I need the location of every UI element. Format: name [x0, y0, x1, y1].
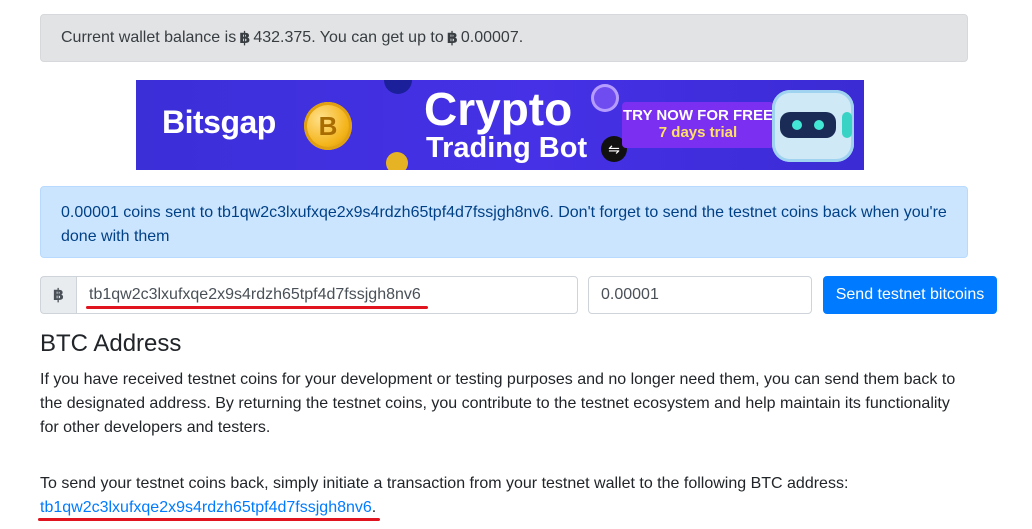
- bitsgap-ad-banner[interactable]: Bitsgap B ⇋ Crypto Trading Bot TRY NOW F…: [136, 80, 864, 170]
- robot-face: [780, 112, 836, 138]
- coins-sent-message: 0.00001 coins sent to tb1qw2c3lxufxqe2x9…: [61, 204, 947, 245]
- bitcoin-icon: ฿: [40, 276, 76, 314]
- banner-title-line1: Crypto: [424, 83, 573, 135]
- red-underline-annotation: [86, 306, 428, 309]
- wallet-balance-alert: Current wallet balance is ฿ 432.375 . Yo…: [40, 14, 968, 62]
- btc-address-heading: BTC Address: [40, 330, 182, 357]
- send-back-paragraph: To send your testnet coins back, simply …: [40, 472, 968, 520]
- banner-brand: Bitsgap: [162, 104, 276, 140]
- return-address-suffix: .: [371, 499, 377, 516]
- decorative-coin-icon: [386, 152, 408, 170]
- bitcoin-coin-icon: B: [304, 102, 352, 150]
- balance-amount: 432.375: [253, 29, 312, 46]
- cta-line1: TRY NOW FOR FREE: [623, 107, 773, 124]
- robot-eye-icon: [792, 120, 802, 130]
- banner-cta-button[interactable]: TRY NOW FOR FREE 7 days trial: [622, 102, 774, 148]
- banner-title-line2: Trading Bot: [426, 132, 588, 164]
- balance-middle: . You can get up to: [311, 29, 444, 46]
- max-amount: 0.00007: [460, 29, 519, 46]
- ethereum-coin-icon: [591, 84, 619, 112]
- send-testnet-bitcoins-button[interactable]: Send testnet bitcoins: [823, 276, 997, 314]
- robot-mascot-icon: [772, 90, 854, 162]
- decorative-coin-icon: [384, 80, 412, 94]
- robot-ear-icon: [842, 112, 852, 138]
- cta-line2: 7 days trial: [658, 124, 738, 141]
- balance-prefix: Current wallet balance is: [61, 29, 237, 46]
- bitcoin-icon: ฿: [239, 30, 251, 47]
- bitcoin-icon: ฿: [446, 30, 458, 47]
- balance-suffix: .: [518, 29, 524, 46]
- robot-eye-icon: [814, 120, 824, 130]
- return-address-link[interactable]: tb1qw2c3lxufxqe2x9s4rdzh65tpf4d7fssjgh8n…: [40, 499, 372, 516]
- red-underline-annotation: [38, 518, 380, 521]
- amount-input[interactable]: [588, 276, 812, 314]
- send-back-text: To send your testnet coins back, simply …: [40, 475, 849, 492]
- return-coins-paragraph: If you have received testnet coins for y…: [40, 371, 956, 436]
- coins-sent-alert: 0.00001 coins sent to tb1qw2c3lxufxqe2x9…: [40, 186, 968, 258]
